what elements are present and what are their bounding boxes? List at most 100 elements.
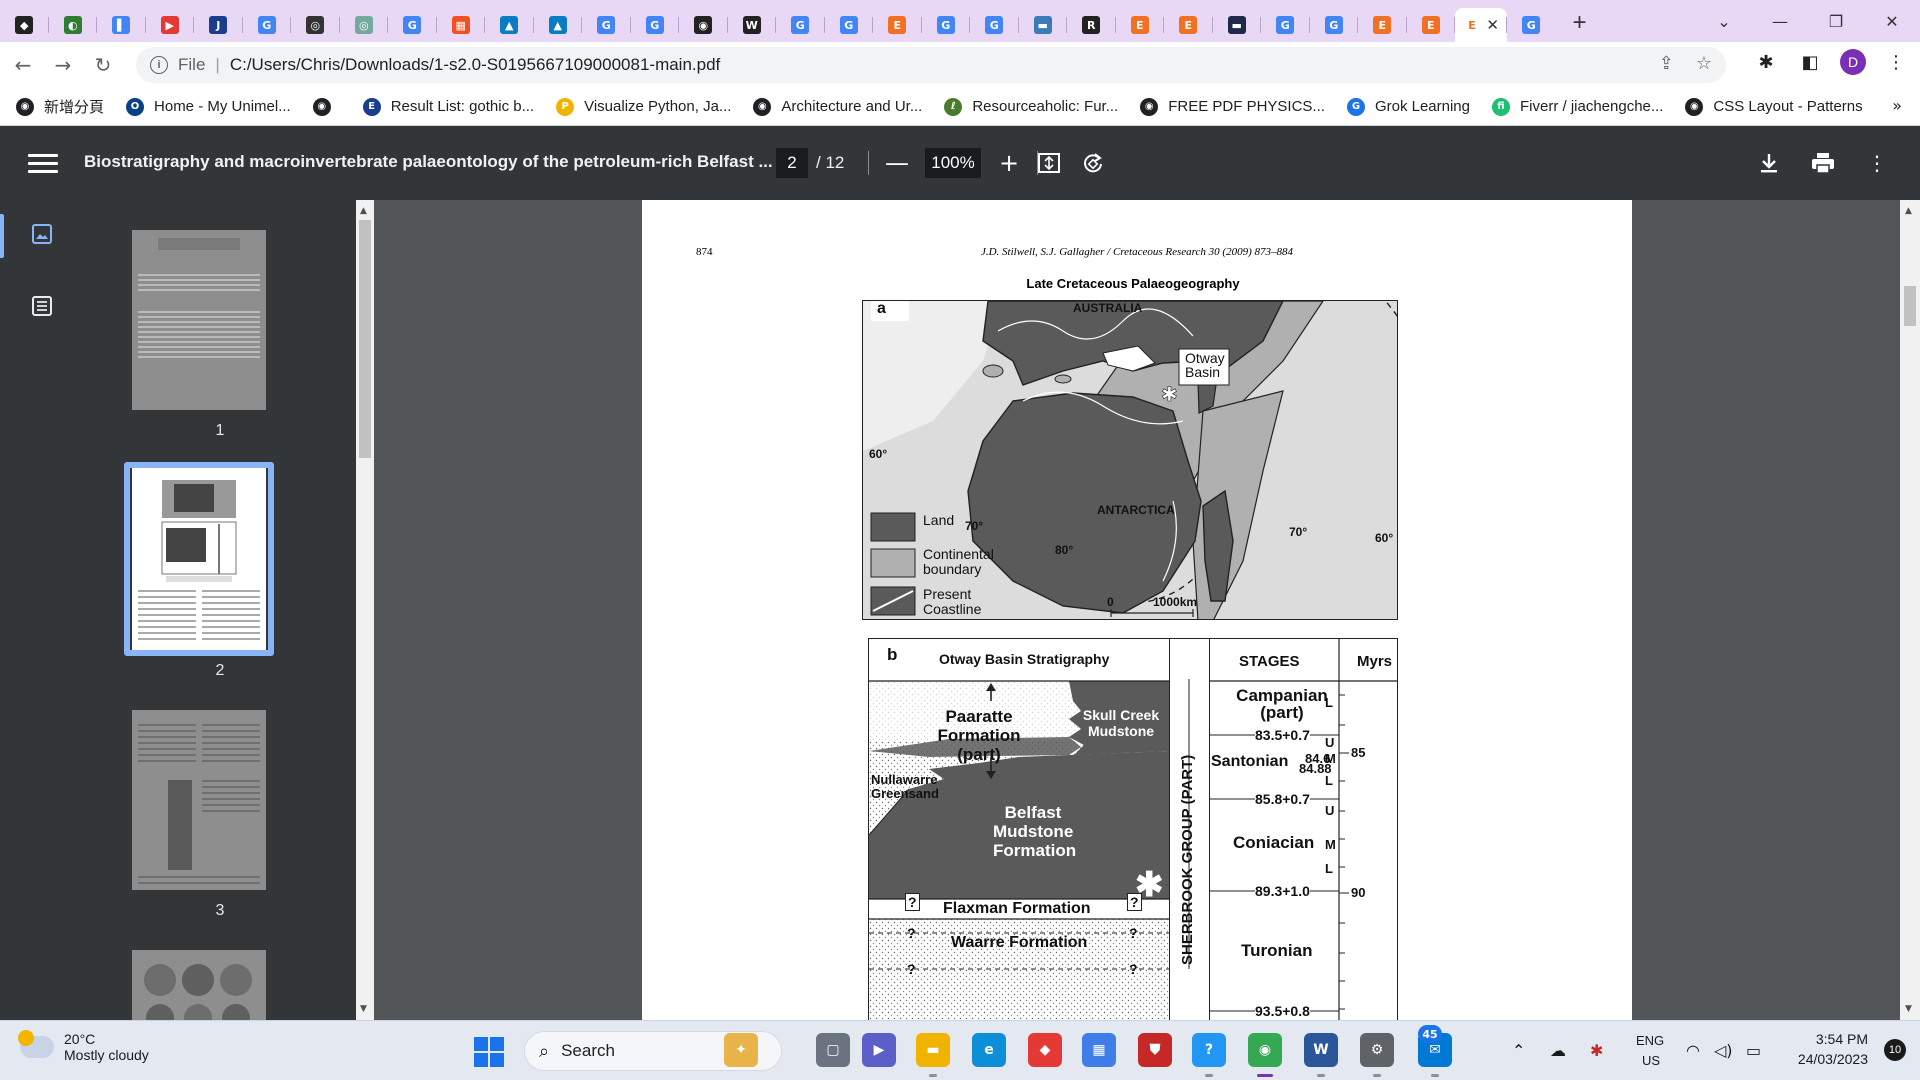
bookmarks-overflow-icon[interactable]: » (1892, 96, 1902, 115)
notification-badge[interactable]: 10 (1884, 1039, 1906, 1061)
store-app-icon[interactable]: ▦ (1082, 1033, 1116, 1067)
browser-tab[interactable]: G (582, 8, 631, 42)
widgets-app-icon[interactable]: ✦ (724, 1033, 758, 1067)
print-icon[interactable] (1810, 150, 1836, 176)
fit-to-page-icon[interactable] (1036, 150, 1062, 176)
browser-tab[interactable]: R (1067, 8, 1116, 42)
bookmark-item[interactable]: ◉ (312, 93, 341, 121)
scroll-down-arrow[interactable]: ▼ (1905, 1004, 1912, 1014)
browser-tab[interactable]: W (728, 8, 777, 42)
browser-tab[interactable]: ▲ (485, 8, 534, 42)
profile-avatar[interactable]: D (1840, 49, 1866, 75)
shield-app-icon[interactable]: ⛊ (1138, 1033, 1172, 1067)
browser-tab[interactable]: ▬ (1213, 8, 1262, 42)
site-info-icon[interactable]: i (150, 56, 168, 74)
battery-icon[interactable]: ▭ (1746, 1041, 1761, 1060)
new-tab-button[interactable]: + (1560, 6, 1600, 40)
back-button[interactable]: ← (6, 48, 40, 82)
page-thumbnail-1[interactable] (132, 230, 266, 410)
browser-menu-icon[interactable]: ⋮ (1882, 48, 1910, 76)
teams-app-icon[interactable]: ▶ (862, 1033, 896, 1067)
input-region[interactable]: US (1642, 1053, 1660, 1068)
help-app-icon[interactable]: ? (1192, 1033, 1226, 1077)
browser-tab[interactable]: G (1261, 8, 1310, 42)
page-number-input[interactable]: 2 (776, 148, 808, 178)
task-view-app-icon[interactable]: ▢ (816, 1033, 850, 1067)
address-bar[interactable]: i File | C:/Users/Chris/Downloads/1-s2.0… (136, 47, 1726, 83)
start-button[interactable] (474, 1037, 504, 1067)
browser-tab[interactable]: E (1116, 8, 1165, 42)
chrome-app-icon[interactable]: ◉ (1248, 1033, 1282, 1077)
scroll-up-arrow[interactable]: ▲ (360, 206, 367, 216)
browser-tab[interactable]: ◎ (291, 8, 340, 42)
bookmark-item[interactable]: ◉ Architecture and Ur... (753, 93, 922, 121)
browser-tab[interactable]: ▦ (437, 8, 486, 42)
outline-tab[interactable] (0, 272, 84, 344)
bookmark-item[interactable]: O Home - My Unimel... (126, 93, 291, 121)
file-explorer-app-icon[interactable]: ▬ (916, 1033, 950, 1077)
edge-app-icon[interactable]: e (972, 1033, 1006, 1067)
browser-tab[interactable]: G (1310, 8, 1359, 42)
thumbnail-scroll-thumb[interactable] (359, 220, 371, 458)
browser-tab[interactable]: G (922, 8, 971, 42)
browser-tab[interactable]: ▲ (534, 8, 583, 42)
close-tab-icon[interactable]: ✕ (1486, 16, 1499, 34)
browser-tab[interactable]: E (1164, 8, 1213, 42)
tab-search-button[interactable]: ⌄ (1696, 0, 1752, 42)
bookmark-item[interactable]: ◉ CSS Layout - Patterns (1685, 93, 1863, 121)
sidebar-menu-icon[interactable] (28, 153, 58, 173)
reload-button[interactable]: ↻ (86, 48, 120, 82)
page-thumbnail-2[interactable] (132, 468, 266, 650)
zoom-in-button[interactable]: + (997, 148, 1021, 178)
bookmark-item[interactable]: P Visualize Python, Ja... (556, 93, 731, 121)
weather-widget[interactable]: 20°C Mostly cloudy (18, 1030, 149, 1063)
security-tray-icon[interactable]: ✱ (1590, 1041, 1603, 1060)
clock-date[interactable]: 24/03/2023 (1798, 1051, 1868, 1067)
bookmark-item[interactable]: ◉ 新增分頁 (16, 93, 104, 121)
browser-tab[interactable]: G (970, 8, 1019, 42)
browser-tab[interactable]: ◐ (49, 8, 98, 42)
browser-tab[interactable]: G (631, 8, 680, 42)
zoom-level-input[interactable]: 100% (925, 148, 981, 178)
close-window-button[interactable]: ✕ (1864, 0, 1920, 42)
browser-tab[interactable]: ▌ (97, 8, 146, 42)
page-thumbnail-4[interactable] (132, 950, 266, 1020)
red-app-icon[interactable]: ◆ (1028, 1033, 1062, 1067)
show-hidden-icons-icon[interactable]: ⌃ (1512, 1041, 1525, 1060)
side-panel-icon[interactable]: ◧ (1796, 48, 1824, 76)
bookmark-item[interactable]: ◉ FREE PDF PHYSICS... (1140, 93, 1325, 121)
browser-tab[interactable]: ◉ (679, 8, 728, 42)
document-scrollbar[interactable]: ▲ ▼ (1900, 200, 1920, 1020)
zoom-out-button[interactable]: — (885, 148, 909, 178)
star-icon[interactable]: ☆ (1696, 53, 1712, 74)
forward-button[interactable]: → (46, 48, 80, 82)
bookmark-item[interactable]: ℓ Resourceaholic: Fur... (944, 93, 1118, 121)
url-text[interactable]: C:/Users/Chris/Downloads/1-s2.0-S0195667… (230, 55, 720, 75)
onedrive-icon[interactable]: ☁ (1550, 1041, 1566, 1060)
browser-tab[interactable]: ▬ (1019, 8, 1068, 42)
download-icon[interactable] (1756, 150, 1782, 176)
scroll-down-arrow[interactable]: ▼ (360, 1004, 367, 1014)
more-options-icon[interactable]: ⋮ (1864, 150, 1890, 176)
browser-tab[interactable]: ◆ (0, 8, 49, 42)
word-app-icon[interactable]: W (1304, 1033, 1338, 1077)
input-language[interactable]: ENG (1636, 1033, 1664, 1048)
bookmark-item[interactable]: G Grok Learning (1346, 93, 1470, 121)
clock-time[interactable]: 3:54 PM (1816, 1031, 1868, 1047)
browser-tab[interactable]: G (1507, 8, 1556, 42)
bookmark-item[interactable]: fi Fiverr / jiachengche... (1492, 93, 1663, 121)
bookmark-item[interactable]: E Result List: gothic b... (362, 93, 534, 121)
extensions-icon[interactable]: ✱ (1752, 48, 1780, 76)
browser-tab[interactable]: E (873, 8, 922, 42)
settings-app-icon[interactable]: ⚙ (1360, 1033, 1394, 1077)
browser-tab[interactable]: ▶ (146, 8, 195, 42)
wifi-icon[interactable]: ◠ (1686, 1041, 1700, 1060)
thumbnails-tab[interactable] (0, 200, 84, 272)
browser-tab[interactable]: G (825, 8, 874, 42)
browser-tab[interactable]: E (1358, 8, 1407, 42)
share-icon[interactable]: ⇪ (1659, 53, 1674, 74)
page-thumbnail-3[interactable] (132, 710, 266, 890)
browser-tab[interactable]: ◎ (340, 8, 389, 42)
scroll-up-arrow[interactable]: ▲ (1905, 206, 1912, 216)
browser-tab[interactable]: E (1407, 8, 1456, 42)
